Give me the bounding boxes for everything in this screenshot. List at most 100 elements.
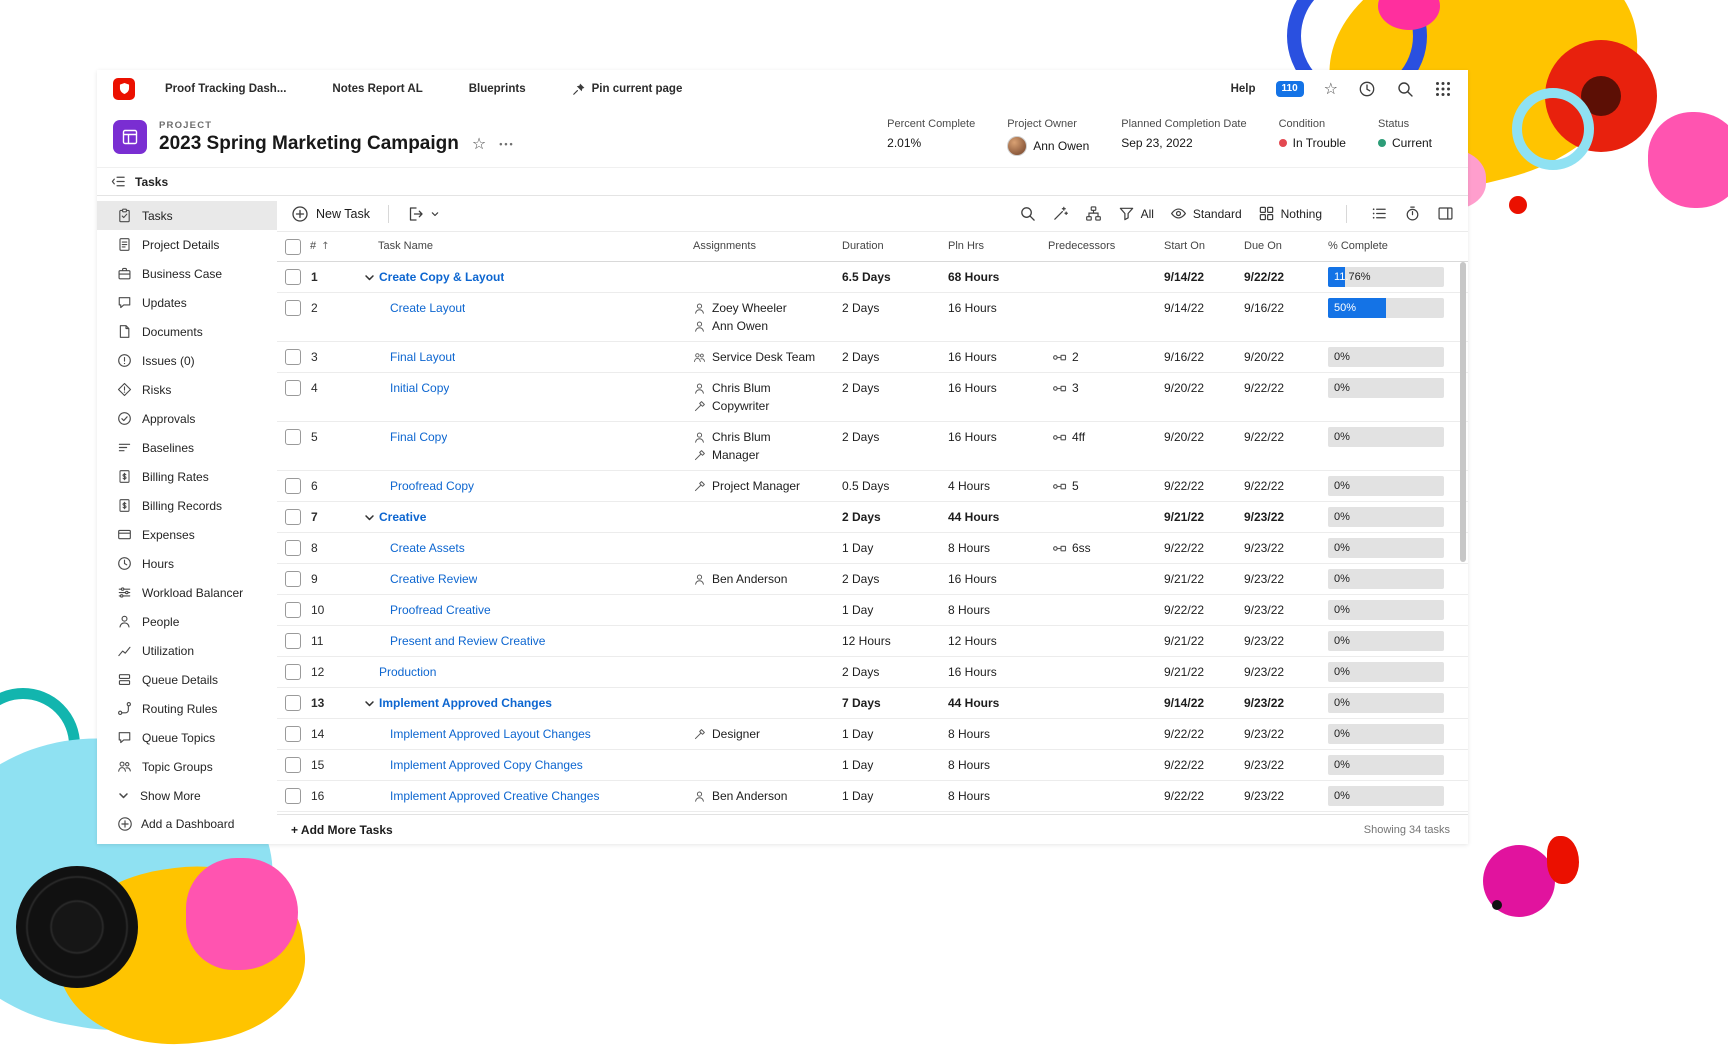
percent-complete-bar[interactable]: 0% (1328, 347, 1444, 367)
percent-complete-bar[interactable]: 0% (1328, 693, 1444, 713)
sidebar-item-utilization[interactable]: Utilization (97, 636, 277, 665)
table-row[interactable]: 6 Proofread Copy Project Manager 0.5 Day… (277, 471, 1468, 502)
assignment[interactable]: Service Desk Team (693, 349, 838, 365)
sidebar-item-updates[interactable]: Updates (97, 288, 277, 317)
table-row[interactable]: 7 Creative 2 Days 44 Hours 9/21/22 9/23/… (277, 502, 1468, 533)
sidebar-item-expenses[interactable]: Expenses (97, 520, 277, 549)
percent-complete-bar[interactable]: 0% (1328, 378, 1444, 398)
more-options-icon[interactable]: ••• (499, 139, 514, 149)
sidebar-item-documents[interactable]: Documents (97, 317, 277, 346)
assignment[interactable]: Manager (693, 447, 838, 463)
collapse-chevron-icon[interactable] (363, 271, 376, 284)
table-row[interactable]: 15 Implement Approved Copy Changes 1 Day… (277, 750, 1468, 781)
top-nav-item[interactable]: Proof Tracking Dash... (165, 83, 286, 95)
column-header[interactable]: # ↑ (307, 232, 361, 261)
task-name-link[interactable]: Create Assets (390, 541, 465, 555)
table-row[interactable]: 5 Final Copy Chris BlumManager 2 Days 16… (277, 422, 1468, 471)
new-task-button[interactable]: New Task (291, 205, 370, 223)
row-checkbox[interactable] (277, 595, 307, 625)
search-tasks-icon[interactable] (1019, 205, 1036, 222)
sidebar-item-baselines[interactable]: Baselines (97, 433, 277, 462)
sidebar-item-workload-balancer[interactable]: Workload Balancer (97, 578, 277, 607)
row-checkbox[interactable] (277, 719, 307, 749)
assignment[interactable]: Chris Blum (693, 380, 838, 396)
row-checkbox[interactable] (277, 262, 307, 292)
column-header[interactable]: Start On (1164, 232, 1244, 261)
percent-complete-bar[interactable]: 0% (1328, 476, 1444, 496)
workfront-logo[interactable] (113, 78, 135, 100)
help-link[interactable]: Help (1231, 83, 1256, 95)
sidebar-show-more[interactable]: Show More (97, 781, 277, 810)
favorites-star-icon[interactable]: ☆ (1324, 80, 1338, 98)
assignment[interactable]: Designer (693, 726, 838, 742)
row-checkbox[interactable] (277, 626, 307, 656)
sidebar-item-queue-topics[interactable]: Queue Topics (97, 723, 277, 752)
column-header[interactable]: Task Name (361, 232, 688, 261)
table-row[interactable]: 12 Production 2 Days 16 Hours 9/21/22 9/… (277, 657, 1468, 688)
sidebar-item-billing-records[interactable]: Billing Records (97, 491, 277, 520)
row-checkbox[interactable] (277, 502, 307, 532)
assignment[interactable]: Ben Anderson (693, 571, 838, 587)
task-name-link[interactable]: Implement Approved Copy Changes (390, 758, 583, 772)
row-checkbox[interactable] (277, 342, 307, 372)
table-row[interactable]: 10 Proofread Creative 1 Day 8 Hours 9/22… (277, 595, 1468, 626)
percent-complete-bar[interactable]: 0% (1328, 507, 1444, 527)
sidebar-item-issues-0-[interactable]: Issues (0) (97, 346, 277, 375)
row-checkbox[interactable] (277, 533, 307, 563)
vertical-scrollbar[interactable] (1460, 262, 1466, 810)
percent-complete-bar[interactable]: 50% (1328, 298, 1444, 318)
add-dashboard-button[interactable]: Add a Dashboard (97, 810, 277, 848)
assignment[interactable]: Copywriter (693, 398, 838, 414)
filter-control[interactable]: All (1118, 205, 1154, 222)
sidebar-item-routing-rules[interactable]: Routing Rules (97, 694, 277, 723)
grouping-control[interactable]: Nothing (1258, 205, 1322, 222)
sidebar-item-tasks[interactable]: Tasks (97, 201, 277, 230)
sidebar-item-queue-details[interactable]: Queue Details (97, 665, 277, 694)
pin-current-page-button[interactable]: Pin current page (572, 82, 683, 96)
column-header[interactable]: Predecessors (1048, 232, 1164, 261)
gantt-view-icon[interactable] (1404, 205, 1421, 222)
list-view-icon[interactable] (1371, 205, 1388, 222)
row-checkbox[interactable] (277, 471, 307, 501)
assignment[interactable]: Zoey Wheeler (693, 300, 838, 316)
top-nav-item[interactable]: Notes Report AL (332, 83, 422, 95)
table-row[interactable]: 8 Create Assets 1 Day 8 Hours 6ss 9/22/2… (277, 533, 1468, 564)
assignment[interactable]: Chris Blum (693, 429, 838, 445)
table-row[interactable]: 1 Create Copy & Layout 6.5 Days 68 Hours… (277, 262, 1468, 293)
hierarchy-icon[interactable] (1085, 205, 1102, 222)
collapse-panel-icon[interactable] (111, 174, 126, 189)
sidebar-item-project-details[interactable]: Project Details (97, 230, 277, 259)
row-checkbox[interactable] (277, 422, 307, 452)
task-name-link[interactable]: Creative (379, 510, 426, 524)
column-header[interactable]: Due On (1244, 232, 1326, 261)
percent-complete-bar[interactable]: 0% (1328, 569, 1444, 589)
task-name-link[interactable]: Proofread Copy (390, 479, 474, 493)
assignment[interactable]: Project Manager (693, 478, 838, 494)
export-button[interactable] (407, 205, 440, 223)
collapse-chevron-icon[interactable] (363, 511, 376, 524)
task-name-link[interactable]: Final Layout (390, 350, 455, 364)
app-switcher-icon[interactable] (1434, 80, 1452, 98)
task-name-link[interactable]: Proofread Creative (390, 603, 491, 617)
select-all-checkbox[interactable] (277, 239, 307, 255)
percent-complete-bar[interactable]: 0% (1328, 427, 1444, 447)
task-name-link[interactable]: Implement Approved Changes (379, 696, 552, 710)
add-more-tasks-button[interactable]: + Add More Tasks (291, 823, 393, 837)
percent-complete-bar[interactable]: 0% (1328, 600, 1444, 620)
sidebar-item-risks[interactable]: Risks (97, 375, 277, 404)
table-row[interactable]: 2 Create Layout Zoey WheelerAnn Owen 2 D… (277, 293, 1468, 342)
row-checkbox[interactable] (277, 564, 307, 594)
table-row[interactable]: 14 Implement Approved Layout Changes Des… (277, 719, 1468, 750)
table-row[interactable]: 9 Creative Review Ben Anderson 2 Days 16… (277, 564, 1468, 595)
side-panel-icon[interactable] (1437, 205, 1454, 222)
percent-complete-bar[interactable]: 11.76% (1328, 267, 1444, 287)
task-name-link[interactable]: Present and Review Creative (390, 634, 545, 648)
sidebar-item-topic-groups[interactable]: Topic Groups (97, 752, 277, 781)
task-name-link[interactable]: Create Layout (390, 301, 465, 315)
percent-complete-bar[interactable]: 0% (1328, 786, 1444, 806)
task-name-link[interactable]: Creative Review (390, 572, 477, 586)
sidebar-item-people[interactable]: People (97, 607, 277, 636)
task-name-link[interactable]: Production (379, 665, 436, 679)
column-header[interactable]: % Complete (1326, 232, 1468, 261)
sidebar-item-hours[interactable]: Hours (97, 549, 277, 578)
